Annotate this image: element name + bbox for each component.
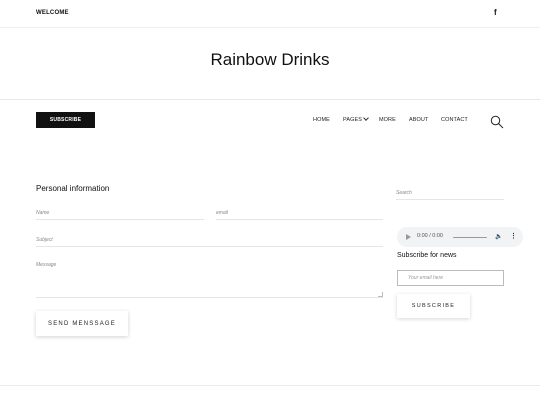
audio-time: 0:00 / 0:00: [417, 233, 443, 239]
chevron-down-icon: [363, 115, 369, 121]
audio-progress-track[interactable]: [453, 236, 487, 238]
header-divider: [0, 99, 540, 100]
name-field[interactable]: [36, 206, 204, 220]
nav-item-home[interactable]: HOME: [313, 117, 330, 123]
site-title[interactable]: Rainbow Drinks: [0, 50, 540, 70]
search-icon[interactable]: [490, 115, 504, 129]
sidebar-search-input[interactable]: [396, 186, 504, 200]
top-bar: WELCOME f: [0, 0, 540, 28]
send-message-button[interactable]: SEND MENSSAGE: [36, 311, 128, 336]
nav-item-more[interactable]: MORE: [379, 117, 396, 123]
subscribe-button[interactable]: SUBSCRIBE: [36, 112, 95, 128]
newsletter-email-input[interactable]: [397, 270, 504, 286]
newsletter-subscribe-button[interactable]: SUBSCRIBE: [397, 294, 470, 318]
message-field[interactable]: [36, 262, 383, 298]
nav-item-about[interactable]: ABOUT: [409, 117, 428, 123]
welcome-text: WELCOME: [36, 10, 69, 16]
email-field[interactable]: [216, 206, 383, 220]
form-title: Personal information: [36, 184, 110, 193]
facebook-icon[interactable]: f: [494, 8, 497, 17]
audio-player: 0:00 / 0:00 🔈 ⋮: [397, 227, 523, 247]
newsletter-title: Subscribe for news: [397, 252, 457, 259]
play-icon[interactable]: [406, 234, 411, 240]
nav-item-pages[interactable]: PAGES: [343, 115, 369, 123]
subject-field[interactable]: [36, 233, 383, 247]
footer-divider: [0, 385, 540, 386]
more-options-icon[interactable]: ⋮: [510, 232, 517, 240]
resize-handle[interactable]: [378, 292, 383, 297]
volume-icon[interactable]: 🔈: [495, 233, 502, 240]
nav-item-pages-label: PAGES: [343, 117, 363, 123]
nav-item-contact[interactable]: CONTACT: [441, 117, 468, 123]
